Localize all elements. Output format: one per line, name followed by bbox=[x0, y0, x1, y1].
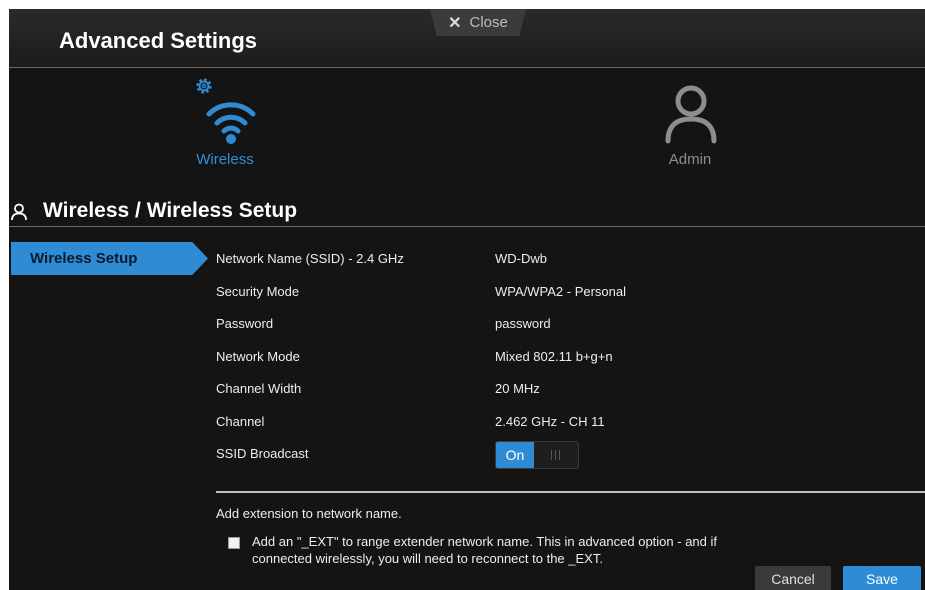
close-label: Close bbox=[469, 14, 508, 31]
section-title: Wireless / Wireless Setup bbox=[43, 199, 298, 222]
page-title: Advanced Settings bbox=[59, 28, 258, 53]
tab-admin[interactable]: Admin bbox=[620, 71, 760, 171]
setting-label: SSID Broadcast bbox=[216, 446, 309, 461]
ssid-broadcast-toggle[interactable]: On bbox=[495, 441, 579, 469]
user-icon bbox=[11, 203, 27, 221]
setting-row-ssid-broadcast: SSID Broadcast On bbox=[216, 441, 916, 469]
setting-row-password: Password password bbox=[216, 316, 916, 336]
password-value[interactable]: password bbox=[495, 316, 551, 331]
wifi-icon bbox=[206, 102, 256, 144]
network-mode-value[interactable]: Mixed 802.11 b+g+n bbox=[495, 349, 613, 364]
setting-label: Network Name (SSID) - 2.4 GHz bbox=[216, 251, 404, 266]
setting-label: Channel Width bbox=[216, 381, 302, 396]
setting-label: Password bbox=[216, 316, 274, 331]
setting-row-network-mode: Network Mode Mixed 802.11 b+g+n bbox=[216, 349, 916, 369]
security-mode-value[interactable]: WPA/WPA2 - Personal bbox=[495, 284, 626, 299]
setting-row-channel: Channel 2.462 GHz - CH 11 bbox=[216, 414, 916, 434]
setting-label: Channel bbox=[216, 414, 265, 429]
ext-checkbox[interactable] bbox=[228, 537, 240, 549]
save-button[interactable]: Save bbox=[843, 566, 921, 590]
setting-label: Network Mode bbox=[216, 349, 300, 364]
section-header: Wireless / Wireless Setup bbox=[9, 197, 925, 227]
toggle-on-label: On bbox=[496, 442, 534, 468]
setting-row-channel-width: Channel Width 20 MHz bbox=[216, 381, 916, 401]
divider bbox=[216, 491, 925, 493]
user-icon bbox=[665, 85, 717, 144]
ssid-value[interactable]: WD-Dwb bbox=[495, 251, 547, 266]
setting-row-ssid: Network Name (SSID) - 2.4 GHz WD-Dwb bbox=[216, 251, 916, 271]
toggle-handle bbox=[534, 442, 578, 468]
advanced-settings-panel: Advanced Settings ✕ Close Wireless Admin bbox=[9, 9, 925, 590]
setting-row-security-mode: Security Mode WPA/WPA2 - Personal bbox=[216, 284, 916, 304]
tab-wireless-label: Wireless bbox=[196, 151, 254, 168]
close-icon: ✕ bbox=[448, 14, 462, 32]
setting-label: Security Mode bbox=[216, 284, 300, 299]
tab-wireless[interactable]: Wireless bbox=[155, 71, 295, 171]
channel-width-value[interactable]: 20 MHz bbox=[495, 381, 540, 396]
extension-heading: Add extension to network name. bbox=[216, 506, 402, 521]
sidebar-item-wireless-setup[interactable]: Wireless Setup bbox=[11, 242, 208, 275]
close-button[interactable]: ✕ Close bbox=[430, 9, 526, 36]
channel-value[interactable]: 2.462 GHz - CH 11 bbox=[495, 414, 605, 429]
sidebar-item-label: Wireless Setup bbox=[30, 250, 138, 267]
cancel-button[interactable]: Cancel bbox=[755, 566, 831, 590]
extension-description: Add an "_EXT" to range extender network … bbox=[252, 534, 717, 566]
tab-admin-label: Admin bbox=[668, 151, 712, 168]
